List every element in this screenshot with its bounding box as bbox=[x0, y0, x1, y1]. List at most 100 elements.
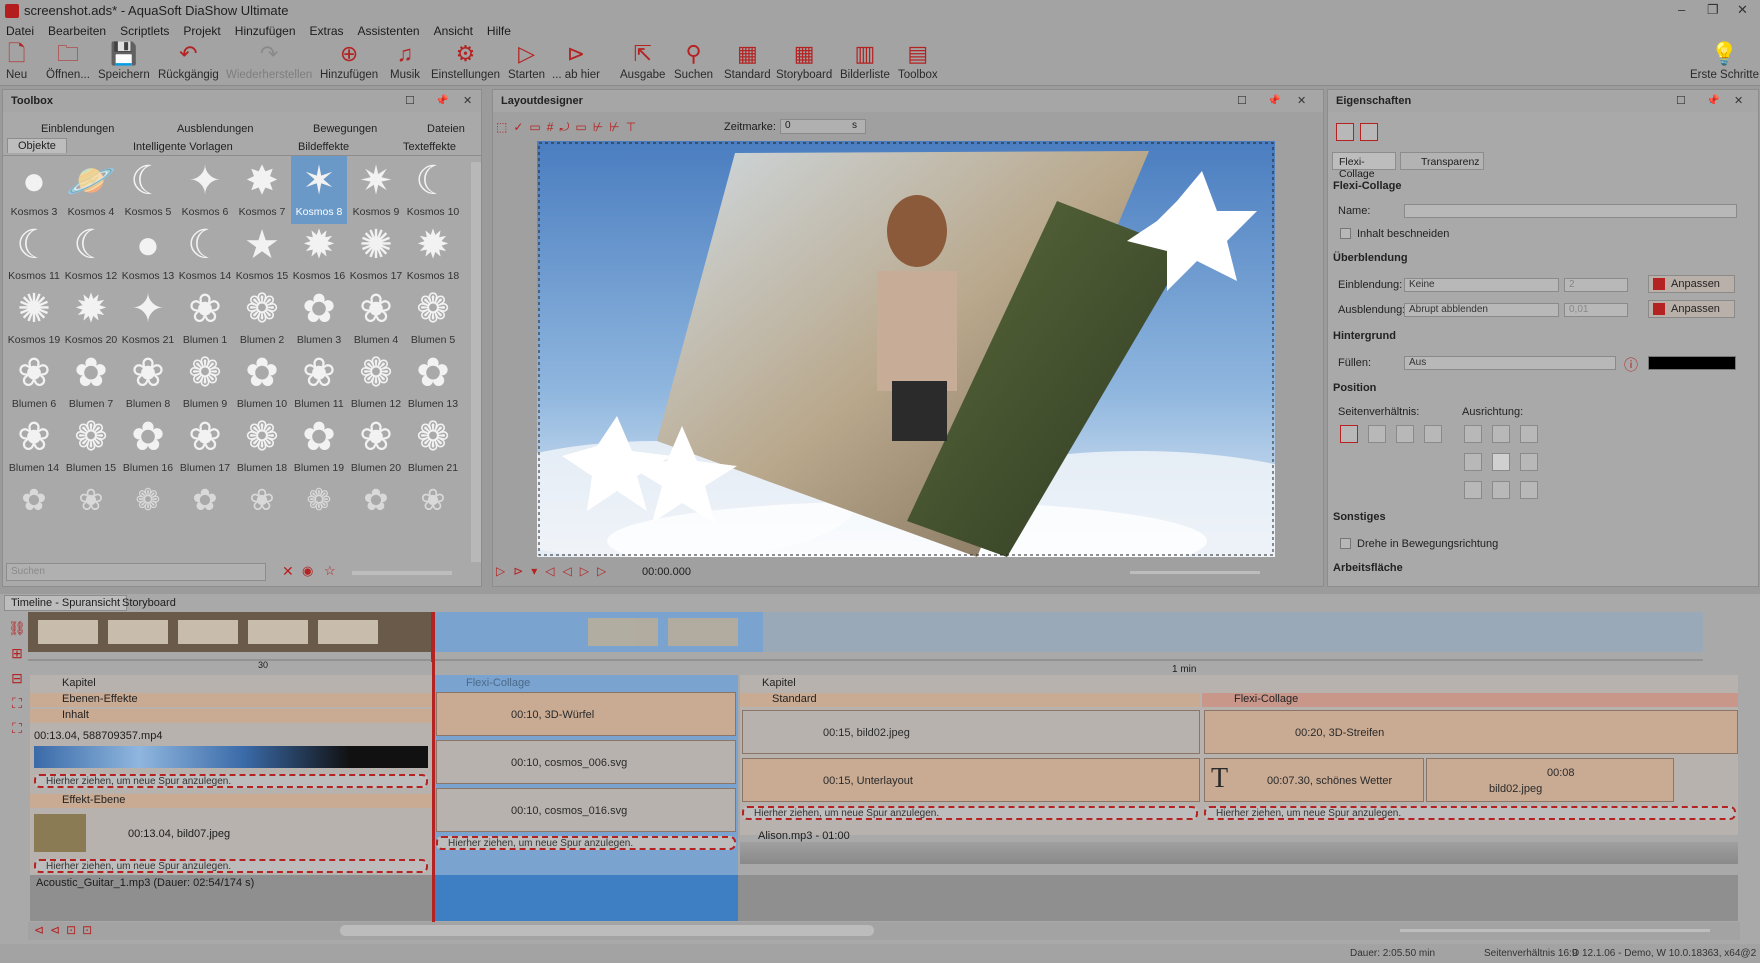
toolbox-item[interactable]: ❀ bbox=[405, 476, 461, 544]
standard-layout-button[interactable]: ▦ Standard bbox=[724, 42, 771, 82]
undo-button[interactable]: ↶ Rückgängig bbox=[158, 42, 219, 82]
toolbox-item[interactable]: ✹ Kosmos 16 bbox=[291, 220, 347, 288]
pin-icon[interactable]: 📌 bbox=[1267, 94, 1281, 107]
panel-close-icon[interactable]: ✕ bbox=[1734, 94, 1743, 107]
panel-close-icon[interactable]: ✕ bbox=[463, 94, 472, 107]
image-list-button[interactable]: ▥ Bilderliste bbox=[840, 42, 890, 82]
timeline-nav-icons[interactable]: ⊲⊲⊡⊡ bbox=[34, 923, 98, 937]
align-right[interactable] bbox=[1520, 453, 1538, 471]
menu-ansicht[interactable]: Ansicht bbox=[434, 24, 473, 38]
toolbox-item[interactable]: ❀ Blumen 17 bbox=[177, 412, 233, 480]
unterlayout-clip[interactable]: 00:15, Unterlayout bbox=[742, 758, 1200, 802]
toolbox-item[interactable]: ★ Kosmos 15 bbox=[234, 220, 290, 288]
toolbox-item[interactable]: ✿ Blumen 7 bbox=[63, 348, 119, 416]
toolbox-item[interactable]: ❁ Blumen 21 bbox=[405, 412, 461, 480]
crop-checkbox[interactable] bbox=[1340, 228, 1351, 239]
toolbox-item[interactable]: ● Kosmos 13 bbox=[120, 220, 176, 288]
pin-icon[interactable]: 📌 bbox=[1706, 94, 1720, 107]
toolbox-item[interactable]: ❁ Blumen 12 bbox=[348, 348, 404, 416]
align-center[interactable] bbox=[1492, 453, 1510, 471]
toolbox-item[interactable]: 🪐 Kosmos 4 bbox=[63, 156, 119, 224]
fill-select[interactable]: Aus bbox=[1404, 356, 1616, 370]
aspect-original-button[interactable] bbox=[1424, 425, 1442, 443]
tab-bildeffekte[interactable]: Bildeffekte bbox=[298, 141, 349, 153]
toolbox-item[interactable]: ✶ Kosmos 8 bbox=[291, 156, 347, 224]
storyboard-button[interactable]: ▦ Storyboard bbox=[776, 42, 832, 82]
play-from-here-button[interactable]: ⊳... ab hier bbox=[552, 42, 600, 82]
drop-zone[interactable]: Hierher ziehen, um neue Spur anzulegen. bbox=[34, 859, 428, 873]
toolbox-item[interactable]: ☾ Kosmos 10 bbox=[405, 156, 461, 224]
adjust-out-button[interactable]: Anpassen bbox=[1648, 300, 1735, 318]
close-icon[interactable]: ✕ bbox=[1737, 2, 1748, 18]
menu-scriptlets[interactable]: Scriptlets bbox=[120, 24, 169, 38]
align-bottom-left[interactable] bbox=[1464, 481, 1482, 499]
layout-tool-icons[interactable]: ⬚✓▭#⤾▭⊬⊬⊤ bbox=[496, 120, 642, 135]
menu-extras[interactable]: Extras bbox=[310, 24, 344, 38]
pin-icon[interactable]: 📌 bbox=[435, 94, 449, 107]
toolbox-item[interactable]: ✺ Kosmos 19 bbox=[6, 284, 62, 352]
drop-zone[interactable]: Hierher ziehen, um neue Spur anzulegen. bbox=[34, 774, 428, 788]
tab-intelligente-vorlagen[interactable]: Intelligente Vorlagen bbox=[133, 141, 233, 153]
settings-button[interactable]: ⚙ Einstellungen bbox=[431, 42, 500, 82]
toolbox-item[interactable]: ☾ Kosmos 5 bbox=[120, 156, 176, 224]
text-clip[interactable]: T 00:07.30, schönes Wetter bbox=[1204, 758, 1424, 802]
menu-projekt[interactable]: Projekt bbox=[183, 24, 220, 38]
audio-track[interactable] bbox=[30, 875, 1738, 921]
toolbox-item[interactable]: ❁ Blumen 9 bbox=[177, 348, 233, 416]
aspect-fill-button[interactable] bbox=[1368, 425, 1386, 443]
rotate-checkbox[interactable] bbox=[1340, 538, 1351, 549]
toolbox-item[interactable]: ✦ Kosmos 21 bbox=[120, 284, 176, 352]
toolbox-item[interactable]: ✿ Blumen 19 bbox=[291, 412, 347, 480]
toolbox-button[interactable]: ▤ Toolbox bbox=[898, 42, 938, 82]
panel-close-icon[interactable]: ✕ bbox=[1297, 94, 1306, 107]
video-clip-label[interactable]: 00:13.04, 588709357.mp4 bbox=[34, 730, 162, 742]
toolbox-search-input[interactable]: Suchen bbox=[6, 563, 266, 581]
toolbox-scrollbar[interactable] bbox=[471, 162, 481, 562]
wuerfel-clip[interactable]: 00:10, 3D-Würfel bbox=[436, 692, 736, 736]
toolbox-item[interactable]: ✿ Blumen 16 bbox=[120, 412, 176, 480]
tab-storyboard[interactable]: Storyboard bbox=[122, 597, 176, 609]
bild07-thumb[interactable] bbox=[34, 814, 86, 852]
aspect-fit-button[interactable] bbox=[1340, 425, 1358, 443]
toolbox-item[interactable]: ✹ Kosmos 20 bbox=[63, 284, 119, 352]
bild02-clip[interactable]: 00:15, bild02.jpeg bbox=[742, 710, 1200, 754]
cosmos6-clip[interactable]: 00:10, cosmos_006.svg bbox=[436, 740, 736, 784]
save-button[interactable]: 💾 Speichern bbox=[98, 42, 150, 82]
tab-einblendungen[interactable]: Einblendungen bbox=[41, 123, 114, 135]
tab-transparenz[interactable]: Transparenz bbox=[1400, 152, 1484, 170]
toolbox-item[interactable]: ❀ Blumen 11 bbox=[291, 348, 347, 416]
menu-assistenten[interactable]: Assistenten bbox=[358, 24, 420, 38]
toolbox-item[interactable]: ❀ Blumen 14 bbox=[6, 412, 62, 480]
toolbox-item[interactable]: ✿ Blumen 13 bbox=[405, 348, 461, 416]
timeline-tool-icons[interactable]: ⛓ ⊞ ⊟ ⛶ ⛶ bbox=[6, 616, 28, 741]
toolbox-item[interactable]: ❀ Blumen 6 bbox=[6, 348, 62, 416]
toolbox-item[interactable]: ❁ bbox=[291, 476, 347, 544]
toolbox-item[interactable]: ✺ Kosmos 17 bbox=[348, 220, 404, 288]
menu-datei[interactable]: Datei bbox=[6, 24, 34, 38]
toolbox-item[interactable]: ❀ bbox=[234, 476, 290, 544]
bild07-label[interactable]: 00:13.04, bild07.jpeg bbox=[128, 828, 230, 840]
toolbox-item[interactable]: ☾ Kosmos 12 bbox=[63, 220, 119, 288]
align-top-left[interactable] bbox=[1464, 425, 1482, 443]
zoom-slider[interactable] bbox=[1130, 571, 1260, 574]
align-top[interactable] bbox=[1492, 425, 1510, 443]
drop-zone[interactable]: Hierher ziehen, um neue Spur anzulegen. bbox=[1204, 806, 1736, 820]
music-button[interactable]: ♫ Musik bbox=[390, 42, 420, 82]
toolbox-item[interactable]: ☾ Kosmos 11 bbox=[6, 220, 62, 288]
zeitmarke-input[interactable]: 0s bbox=[780, 119, 866, 134]
first-steps-button[interactable]: 💡 Erste Schritte bbox=[1690, 42, 1759, 82]
visibility-icon[interactable] bbox=[1360, 123, 1378, 141]
toolbox-item[interactable]: ❀ Blumen 20 bbox=[348, 412, 404, 480]
toolbox-item[interactable]: ❁ Blumen 15 bbox=[63, 412, 119, 480]
alison-waveform[interactable] bbox=[740, 842, 1738, 864]
search-button[interactable]: ⚲ Suchen bbox=[674, 42, 713, 82]
einblendung-select[interactable]: Keine bbox=[1404, 278, 1559, 292]
export-button[interactable]: ⇱ Ausgabe bbox=[620, 42, 665, 82]
cosmos16-clip[interactable]: 00:10, cosmos_016.svg bbox=[436, 788, 736, 832]
toolbox-item[interactable]: ✿ Blumen 10 bbox=[234, 348, 290, 416]
new-button[interactable]: 🗋 Neu bbox=[6, 42, 27, 82]
einblendung-duration[interactable]: 2 bbox=[1564, 278, 1628, 292]
toolbox-item[interactable]: ❀ Blumen 8 bbox=[120, 348, 176, 416]
link-icon[interactable] bbox=[1336, 123, 1354, 141]
tab-objekte[interactable]: Objekte bbox=[7, 138, 67, 153]
